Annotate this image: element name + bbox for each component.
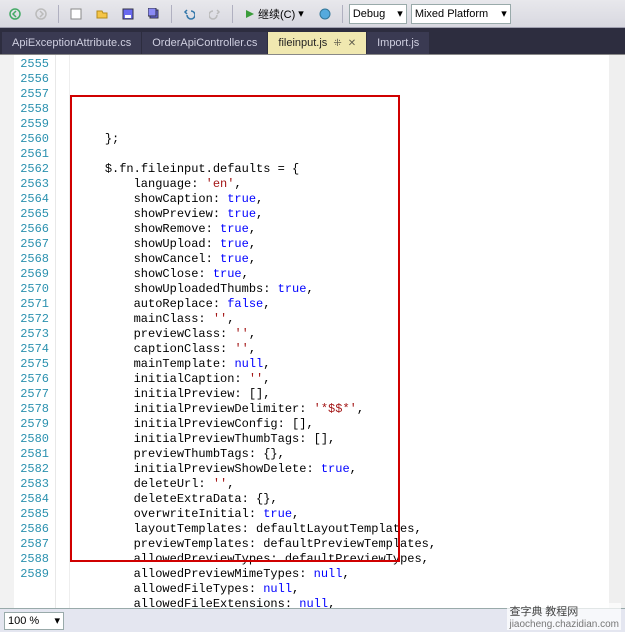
chevron-down-icon: ▾ [298, 7, 304, 20]
line-number-gutter: 2555 2556 2557 2558 2559 2560 2561 2562 … [14, 55, 56, 608]
save-all-icon[interactable] [143, 3, 165, 25]
tab-import[interactable]: Import.js [367, 32, 430, 54]
vertical-scrollbar[interactable] [609, 55, 625, 608]
continue-button[interactable]: 继续(C) ▾ [239, 3, 310, 25]
watermark: 查字典 教程网 jiaocheng.chazidian.com [507, 603, 621, 630]
tab-label: Import.js [377, 37, 419, 49]
save-icon[interactable] [117, 3, 139, 25]
tab-order-api[interactable]: OrderApiController.cs [142, 32, 268, 54]
watermark-brand: 查字典 [509, 606, 542, 618]
browser-icon[interactable] [314, 3, 336, 25]
zoom-value: 100 % [8, 615, 39, 627]
config-combo[interactable]: Debug ▾ [349, 4, 407, 24]
zoom-control[interactable]: 100 % ▾ [4, 612, 64, 630]
breakpoint-gutter[interactable] [0, 55, 14, 608]
chevron-down-icon: ▾ [501, 7, 507, 20]
platform-label: Mixed Platform [415, 8, 488, 20]
continue-label: 继续(C) [258, 6, 295, 22]
pin-icon[interactable]: ⁜ [333, 38, 341, 49]
watermark-url: jiaocheng.chazidian.com [509, 619, 619, 630]
chevron-down-icon: ▾ [397, 7, 403, 20]
tab-fileinput[interactable]: fileinput.js ⁜ ✕ [268, 32, 367, 54]
redo-icon[interactable] [204, 3, 226, 25]
new-item-icon[interactable] [65, 3, 87, 25]
open-icon[interactable] [91, 3, 113, 25]
watermark-site: 教程网 [545, 606, 578, 618]
nav-forward-icon[interactable] [30, 3, 52, 25]
tab-api-exception[interactable]: ApiExceptionAttribute.cs [2, 32, 142, 54]
toolbar: 继续(C) ▾ Debug ▾ Mixed Platform ▾ [0, 0, 625, 28]
separator [342, 5, 343, 23]
code-area[interactable]: }; $.fn.fileinput.defaults = { language:… [70, 55, 609, 608]
close-icon[interactable]: ✕ [348, 38, 356, 49]
separator [232, 5, 233, 23]
tab-label: ApiExceptionAttribute.cs [12, 37, 131, 49]
play-icon [245, 9, 255, 19]
undo-icon[interactable] [178, 3, 200, 25]
platform-combo[interactable]: Mixed Platform ▾ [411, 4, 511, 24]
outline-gutter[interactable] [56, 55, 70, 608]
separator [171, 5, 172, 23]
code-editor[interactable]: 2555 2556 2557 2558 2559 2560 2561 2562 … [0, 54, 625, 608]
tab-label: fileinput.js [278, 37, 327, 49]
nav-back-icon[interactable] [4, 3, 26, 25]
tab-label: OrderApiController.cs [152, 37, 257, 49]
separator [58, 5, 59, 23]
chevron-down-icon: ▾ [54, 614, 60, 627]
tab-bar: ApiExceptionAttribute.cs OrderApiControl… [0, 28, 625, 54]
config-label: Debug [353, 8, 385, 20]
